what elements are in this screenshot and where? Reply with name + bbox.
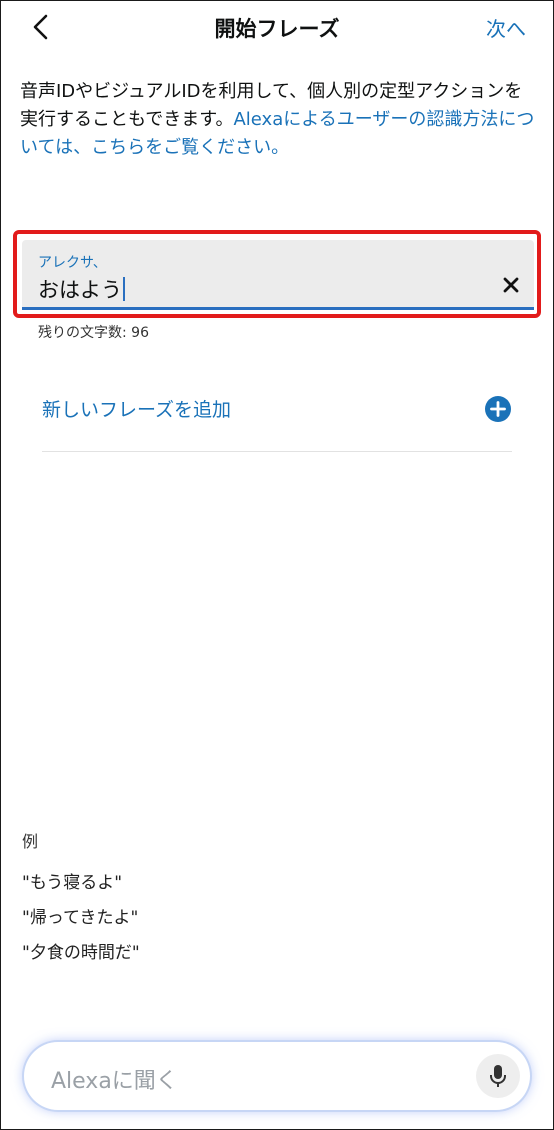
phrase-input-label: アレクサ、	[38, 255, 107, 271]
divider	[42, 451, 512, 452]
text-caret	[123, 277, 125, 301]
phrase-input-value[interactable]: おはよう	[38, 274, 125, 304]
top-bar: 開始フレーズ 次へ	[0, 0, 554, 54]
add-phrase-label: 新しいフレーズを追加	[42, 399, 232, 421]
ask-alexa-placeholder: Alexaに聞く	[51, 1069, 178, 1094]
description-text: 音声IDやビジュアルIDを利用して、個人別の定型アクションを実行することもできま…	[20, 78, 538, 162]
page-title: 開始フレーズ	[214, 17, 340, 41]
plus-circle-icon	[485, 396, 511, 422]
phrase-input[interactable]: アレクサ、 おはよう	[22, 240, 534, 310]
ask-alexa-bar[interactable]: Alexaに聞く	[24, 1042, 530, 1110]
example-phrase: "帰ってきたよ"	[22, 908, 139, 928]
phrase-input-text: おはよう	[38, 278, 122, 302]
add-phrase-button[interactable]: 新しいフレーズを追加	[42, 388, 512, 430]
example-phrase: "夕食の時間だ"	[22, 943, 140, 963]
example-phrase: "もう寝るよ"	[22, 873, 123, 893]
microphone-icon	[490, 1065, 506, 1087]
next-button[interactable]: 次へ	[486, 13, 526, 42]
examples-heading: 例	[22, 832, 39, 851]
remaining-characters: 残りの文字数: 96	[38, 325, 149, 341]
microphone-button[interactable]	[476, 1054, 520, 1098]
clear-x-icon	[503, 277, 519, 293]
clear-input-button[interactable]	[500, 274, 522, 296]
